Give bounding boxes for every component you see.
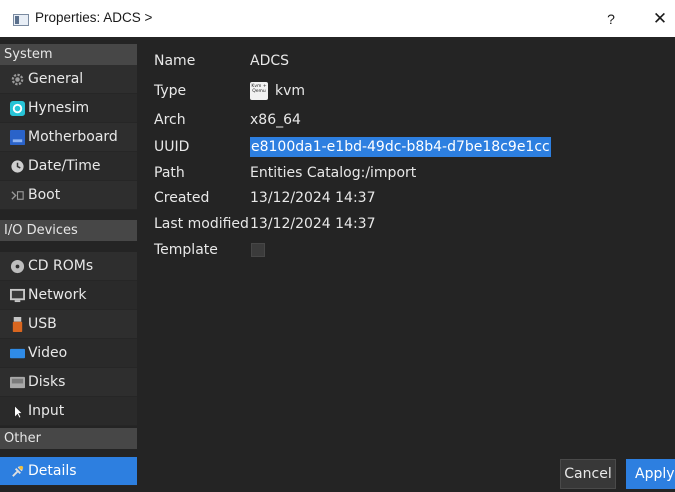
network-icon	[10, 288, 25, 303]
sidebar-item-label: USB	[28, 316, 57, 332]
sidebar-header-io-devices: I/O Devices	[0, 220, 137, 241]
window-icon	[13, 14, 29, 26]
created-label: Created	[154, 190, 210, 206]
sidebar-item-label: Motherboard	[28, 129, 118, 145]
hynesim-icon	[10, 101, 25, 116]
sidebar-item-label: Hynesim	[28, 100, 90, 116]
sidebar-item-label: Network	[28, 287, 87, 303]
motherboard-icon	[10, 130, 25, 145]
sidebar-item-date-time[interactable]: Date/Time	[0, 152, 137, 181]
usb-icon	[12, 317, 23, 332]
sidebar-item-input[interactable]: Input	[0, 397, 137, 426]
sidebar-item-label: Details	[28, 463, 77, 479]
name-value: ADCS	[250, 53, 290, 69]
title-bar: Properties: ADCS > ? ✕	[0, 0, 675, 37]
boot-icon	[11, 191, 24, 200]
kvm-qemu-icon: Kvm + Qemu	[250, 82, 268, 100]
arch-label: Arch	[154, 112, 186, 128]
type-value: kvm	[275, 83, 306, 99]
sidebar-item-disks[interactable]: Disks	[0, 368, 137, 397]
last-modified-label: Last modified	[154, 216, 249, 232]
clock-icon	[11, 160, 24, 173]
sidebar-item-label: Boot	[28, 187, 61, 203]
arch-value: x86_64	[250, 112, 301, 128]
apply-button[interactable]: Apply	[626, 459, 675, 489]
name-label: Name	[154, 53, 196, 69]
dialog-body: System General Hynesim Motherboard Date/…	[0, 37, 675, 492]
sidebar-item-label: Video	[28, 345, 68, 361]
details-panel: Name ADCS Type Kvm + Qemu kvm Arch x86_6…	[137, 37, 675, 492]
sidebar-header-system: System	[0, 44, 137, 65]
cd-icon	[10, 259, 25, 274]
sidebar-item-label: Input	[28, 403, 65, 419]
help-button[interactable]: ?	[600, 6, 622, 32]
sidebar-item-video[interactable]: Video	[0, 339, 137, 368]
last-modified-value: 13/12/2024 14:37	[250, 216, 376, 232]
cursor-icon	[14, 405, 23, 419]
sidebar-item-label: Disks	[28, 374, 66, 390]
sidebar-item-label: CD ROMs	[28, 258, 94, 274]
cancel-button[interactable]: Cancel	[560, 459, 616, 489]
template-checkbox[interactable]	[251, 243, 265, 257]
sidebar-item-label: General	[28, 71, 84, 87]
type-label: Type	[154, 83, 187, 99]
sidebar-item-details[interactable]: Details	[0, 457, 137, 486]
path-value: Entities Catalog:/import	[250, 165, 417, 181]
uuid-value[interactable]: e8100da1-e1bd-49dc-b8b4-d7be18c9e1cc	[250, 137, 551, 157]
sidebar-header-other: Other	[0, 428, 137, 449]
sidebar-item-general[interactable]: General	[0, 65, 137, 94]
sidebar-item-usb[interactable]: USB	[0, 310, 137, 339]
path-label: Path	[154, 165, 185, 181]
sidebar-item-cd-roms[interactable]: CD ROMs	[0, 252, 137, 281]
uuid-label: UUID	[154, 139, 190, 155]
created-value: 13/12/2024 14:37	[250, 190, 376, 206]
disk-icon	[10, 376, 25, 389]
sidebar-item-motherboard[interactable]: Motherboard	[0, 123, 137, 152]
details-icon	[12, 465, 24, 477]
sidebar-item-boot[interactable]: Boot	[0, 181, 137, 210]
video-icon	[10, 348, 25, 359]
window-title: Properties: ADCS >	[35, 10, 153, 25]
gear-icon	[11, 73, 24, 86]
sidebar-item-label: Date/Time	[28, 158, 101, 174]
sidebar: System General Hynesim Motherboard Date/…	[0, 44, 137, 492]
sidebar-item-hynesim[interactable]: Hynesim	[0, 94, 137, 123]
close-button[interactable]: ✕	[648, 6, 672, 32]
template-label: Template	[154, 242, 218, 258]
sidebar-item-network[interactable]: Network	[0, 281, 137, 310]
